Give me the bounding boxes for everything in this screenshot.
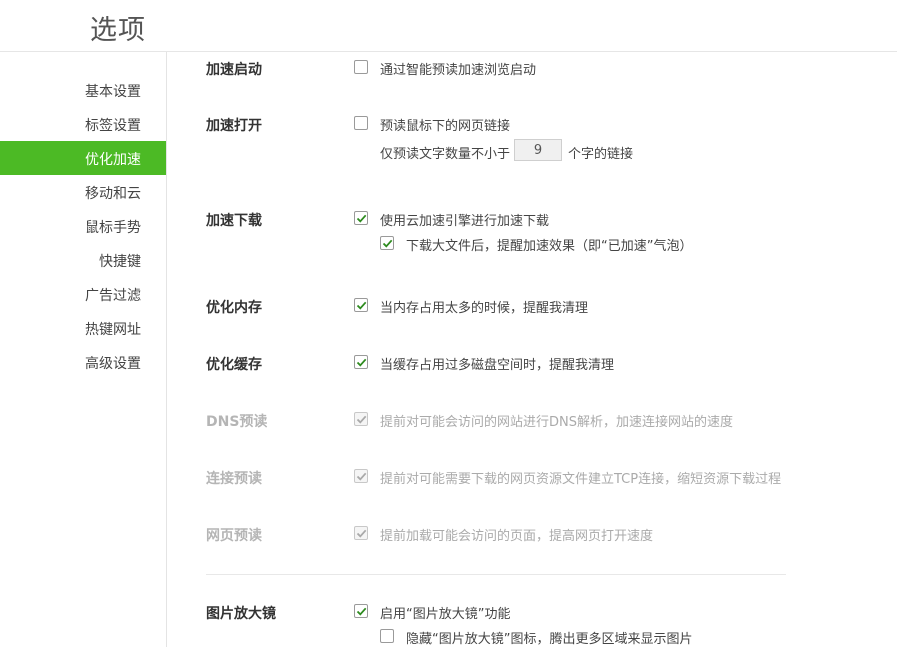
section-label-accel-download: 加速下载 <box>206 213 262 229</box>
checkbox-memory-notice[interactable] <box>354 298 368 312</box>
section-label-conn-prefetch: 连接预读 <box>206 471 262 487</box>
sidebar-item-optimize[interactable]: 优化加速 <box>0 141 166 175</box>
section-divider <box>206 574 786 575</box>
checkbox-prefetch-link[interactable] <box>354 116 368 130</box>
sidebar-item-label: 热键网址 <box>85 322 141 338</box>
sidebar-item-label: 标签设置 <box>85 118 141 134</box>
checkbox-cloud-accel[interactable] <box>354 211 368 225</box>
sidebar-item-label: 广告过滤 <box>85 288 141 304</box>
checkbox-accel-start[interactable] <box>354 60 368 74</box>
checkmark-icon <box>356 214 367 223</box>
sidebar-item-mouse-gestures[interactable]: 鼠标手势 <box>0 209 166 243</box>
sidebar-item-label: 高级设置 <box>85 356 141 372</box>
checkbox-cache-notice[interactable] <box>354 355 368 369</box>
checkbox-dns-prefetch <box>354 412 368 426</box>
option-label: 预读鼠标下的网页链接 <box>380 119 511 134</box>
page-title: 选项 <box>90 15 146 46</box>
checkbox-big-file-notice[interactable] <box>380 236 394 250</box>
min-chars-input[interactable] <box>514 139 562 161</box>
checkmark-icon <box>356 607 367 616</box>
checkmark-icon <box>382 239 393 248</box>
sidebar-item-label: 移动和云 <box>85 186 141 202</box>
sidebar-item-basic[interactable]: 基本设置 <box>0 73 166 107</box>
checkbox-magnifier-enable[interactable] <box>354 604 368 618</box>
checkmark-icon <box>356 301 367 310</box>
checkmark-icon <box>356 529 367 538</box>
section-label-optimize-memory: 优化内存 <box>206 300 262 316</box>
section-label-dns-prefetch: DNS预读 <box>206 414 268 430</box>
option-label: 提前加载可能会访问的页面，提高网页打开速度 <box>380 529 654 544</box>
min-chars-suffix: 个字的链接 <box>568 147 634 162</box>
option-label: 提前对可能会访问的网站进行DNS解析，加速连接网站的速度 <box>380 415 733 430</box>
sidebar-item-label: 鼠标手势 <box>85 220 141 236</box>
sidebar-item-label: 快捷键 <box>99 254 141 270</box>
checkbox-page-prefetch <box>354 526 368 540</box>
option-label: 启用“图片放大镜”功能 <box>380 607 511 622</box>
sidebar-item-mobile-cloud[interactable]: 移动和云 <box>0 175 166 209</box>
checkbox-magnifier-hide-icon[interactable] <box>380 629 394 643</box>
option-label: 当缓存占用过多磁盘空间时，提醒我清理 <box>380 358 615 373</box>
checkmark-icon <box>356 415 367 424</box>
checkmark-icon <box>356 472 367 481</box>
section-label-image-magnifier: 图片放大镜 <box>206 606 276 622</box>
section-label-optimize-cache: 优化缓存 <box>206 357 262 373</box>
checkmark-icon <box>356 358 367 367</box>
min-chars-prefix: 仅预读文字数量不小于 <box>380 147 511 162</box>
header: 选项 <box>0 0 897 52</box>
option-label: 隐藏“图片放大镜”图标，腾出更多区域来显示图片 <box>406 632 693 647</box>
sidebar-item-tabs[interactable]: 标签设置 <box>0 107 166 141</box>
sidebar-item-advanced[interactable]: 高级设置 <box>0 345 166 379</box>
sidebar-item-shortcuts[interactable]: 快捷键 <box>0 243 166 277</box>
sidebar-item-ad-filter[interactable]: 广告过滤 <box>0 277 166 311</box>
option-label: 使用云加速引擎进行加速下载 <box>380 214 550 229</box>
section-label-accel-start: 加速启动 <box>206 62 262 78</box>
checkbox-conn-prefetch <box>354 469 368 483</box>
option-label: 通过智能预读加速浏览启动 <box>380 63 537 78</box>
sidebar-item-label: 优化加速 <box>85 152 141 168</box>
sidebar-item-label: 基本设置 <box>85 84 141 100</box>
option-label: 当内存占用太多的时候，提醒我清理 <box>380 301 589 316</box>
sidebar-item-hotkey-urls[interactable]: 热键网址 <box>0 311 166 345</box>
option-label: 提前对可能需要下载的网页资源文件建立TCP连接，缩短资源下载过程 <box>380 472 782 487</box>
option-label: 下载大文件后，提醒加速效果（即“已加速”气泡） <box>406 239 693 254</box>
sidebar: 基本设置 标签设置 优化加速 移动和云 鼠标手势 快捷键 广告过滤 热键网址 高… <box>0 52 167 647</box>
section-label-page-prefetch: 网页预读 <box>206 528 262 544</box>
section-label-accel-open: 加速打开 <box>206 118 262 134</box>
settings-panel: 加速启动 通过智能预读加速浏览启动 加速打开 预读鼠标下的网页链接 仅预读文字数… <box>166 52 897 647</box>
